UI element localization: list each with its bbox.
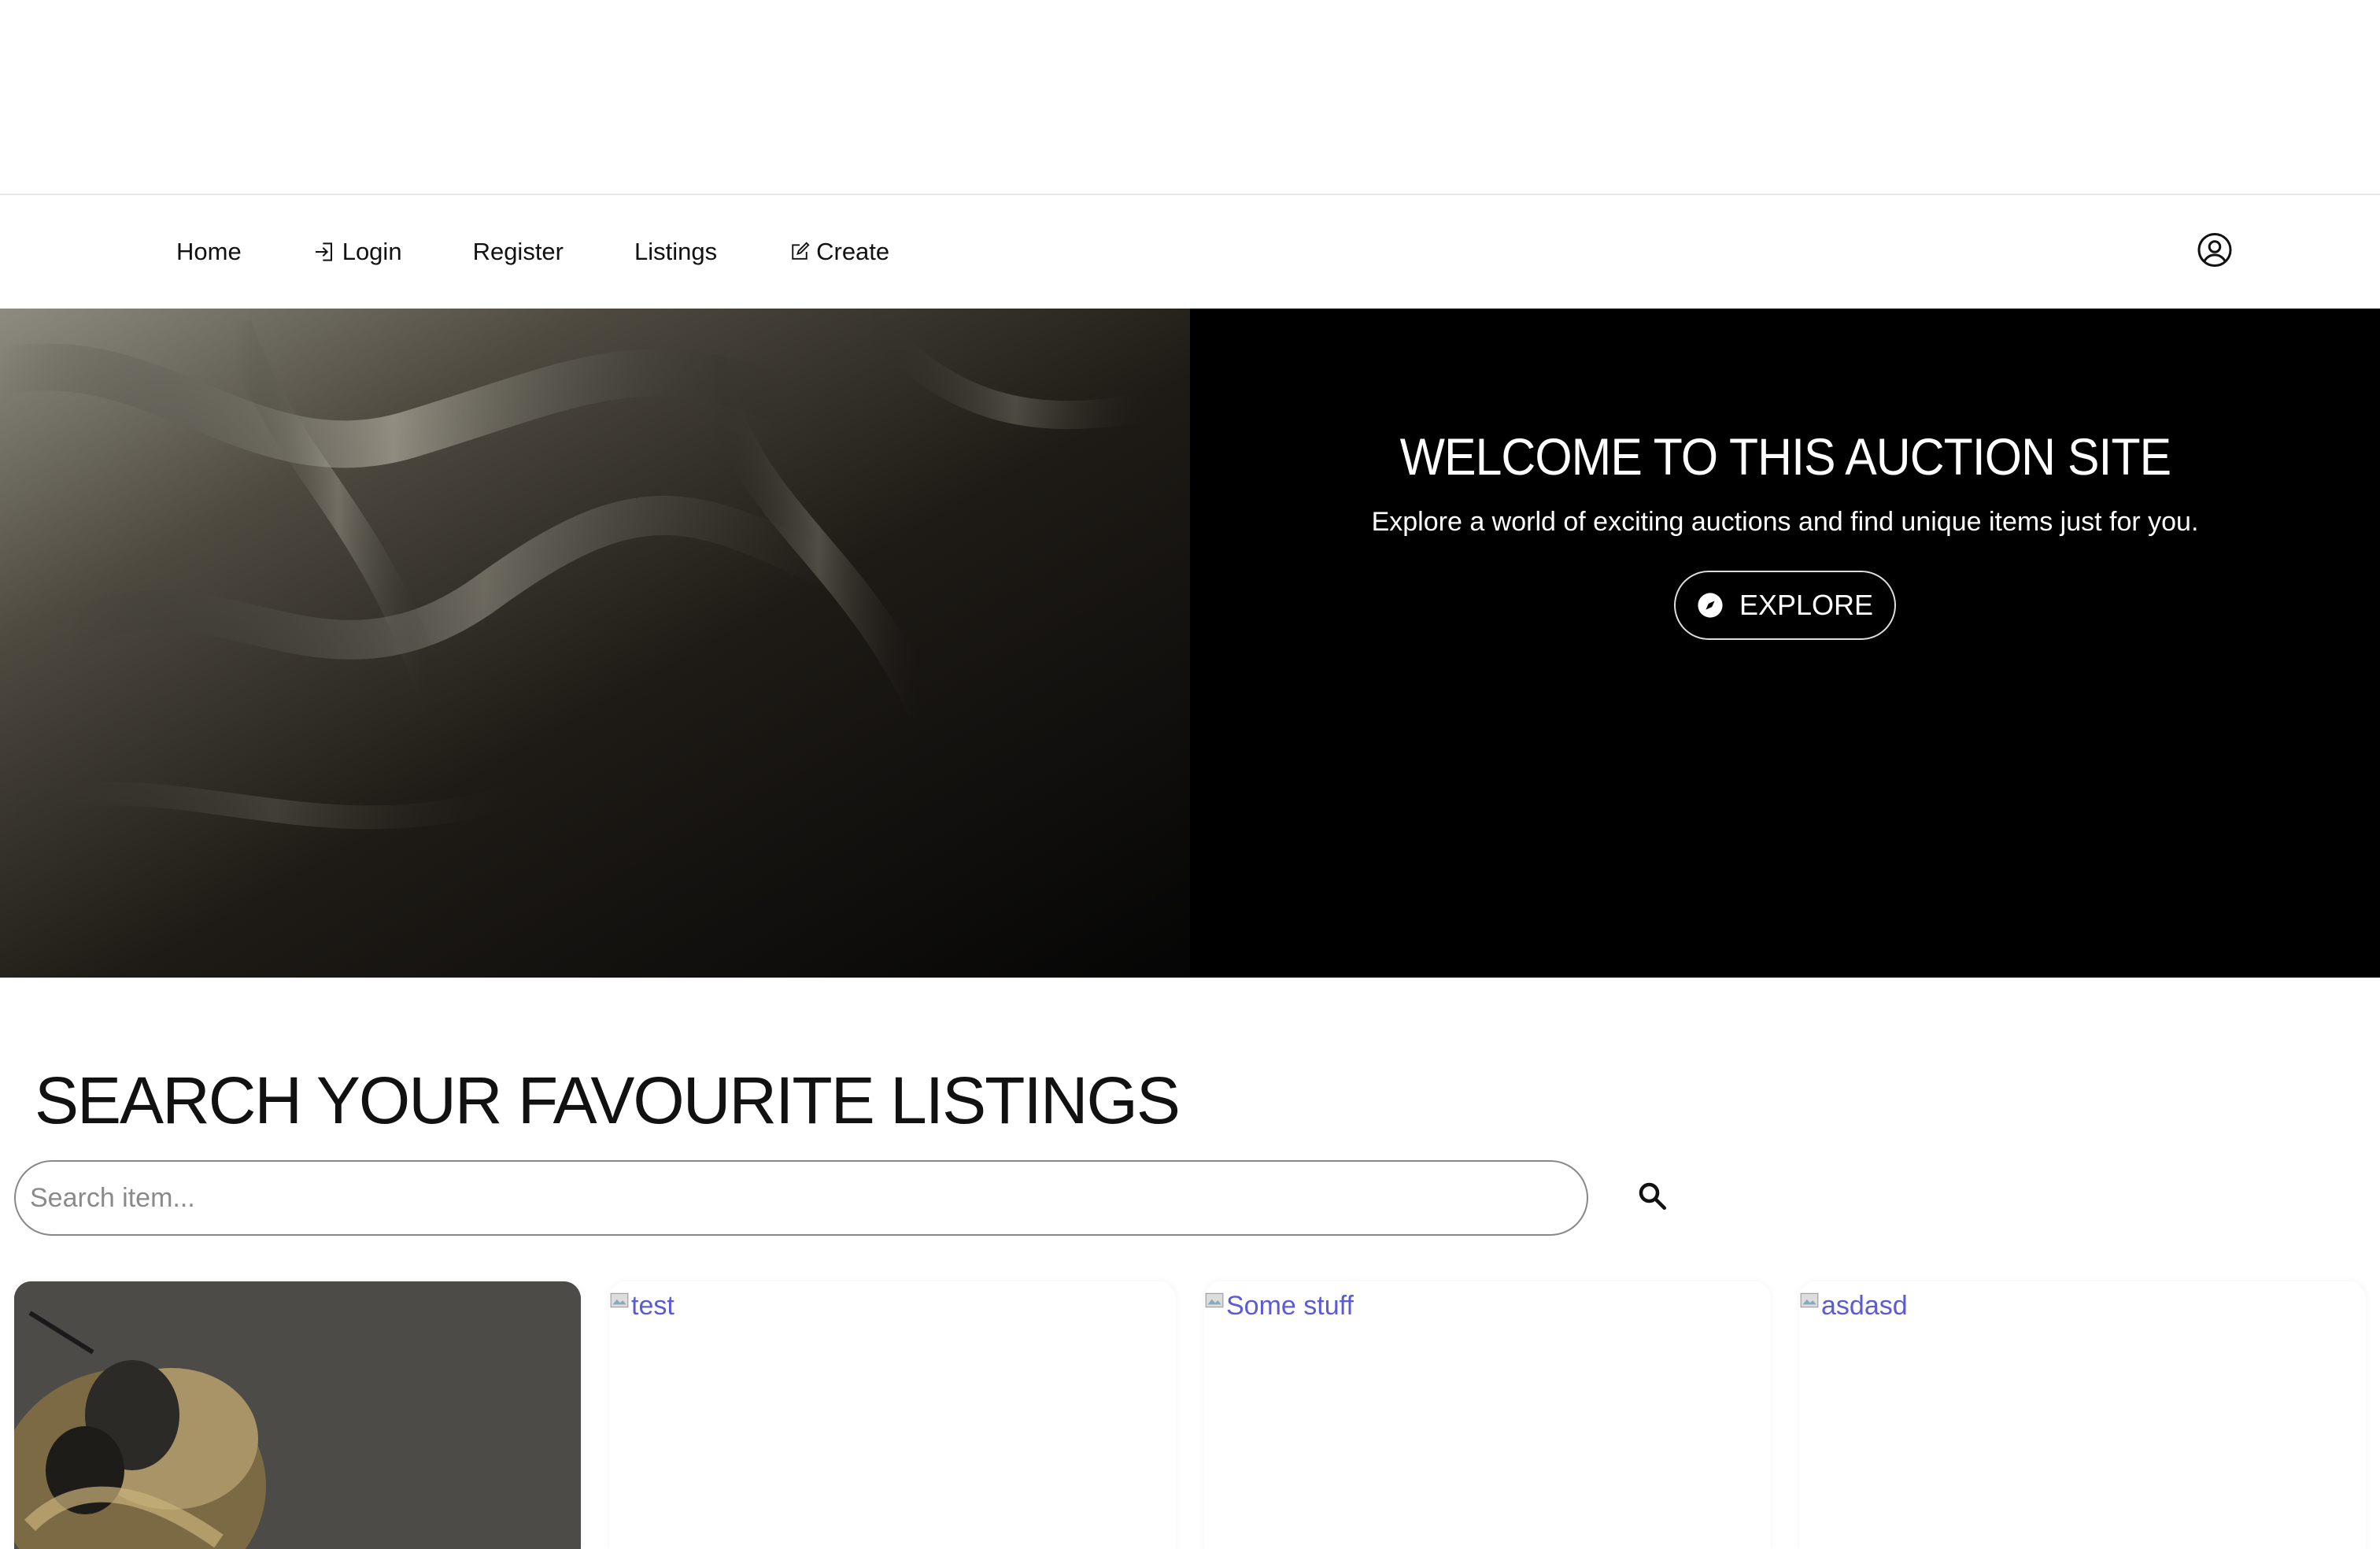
search-section: SEARCH YOUR FAVOURITE LISTINGS test [0,978,2380,1549]
top-banner-area [0,0,2380,195]
nav-register-link[interactable]: Register [473,238,564,266]
nav-register-label: Register [472,238,564,265]
broken-image: Some stuff [1204,1281,1771,1322]
broken-image-icon [1205,1292,1224,1307]
user-circle-icon [2197,233,2232,267]
broken-image: asdasd [1799,1281,2366,1322]
nav-login-link[interactable]: Login [312,238,402,266]
broken-image-icon [1800,1292,1819,1307]
nav-home-label: Home [176,238,242,265]
hero-title: WELCOME TO THIS AUCTION SITE [1399,427,2171,486]
edit-icon [792,242,810,260]
hero-text-panel: WELCOME TO THIS AUCTION SITE Explore a w… [1190,309,2380,978]
hero-satin-image [0,309,1190,978]
nav-create-link[interactable]: Create [788,238,889,266]
explore-button-label: EXPLORE [1739,589,1874,621]
profile-button[interactable] [2196,231,2234,273]
listing-card[interactable]: asdasd [1799,1281,2366,1549]
compass-icon [1698,593,1723,618]
search-button[interactable] [1635,1179,1669,1216]
listing-alt-text: asdasd [1821,1291,1908,1321]
nav-listings-label: Listings [634,238,718,265]
bee-photo [14,1281,581,1549]
login-icon [315,242,332,261]
search-title: SEARCH YOUR FAVOURITE LISTINGS [35,1063,1181,1137]
nav-home-link[interactable]: Home [176,238,242,266]
listing-alt-text: test [631,1291,674,1321]
navbar: Home Login Register Listings Create [0,195,2380,309]
hero-subtitle: Explore a world of exciting auctions and… [1371,507,2199,537]
broken-image-icon [610,1292,629,1307]
hero: WELCOME TO THIS AUCTION SITE Explore a w… [0,309,2380,978]
listing-card[interactable]: test [609,1281,1176,1549]
listing-card[interactable]: Some stuff [1204,1281,1771,1549]
nav-listings-link[interactable]: Listings [634,238,717,266]
listing-alt-text: Some stuff [1226,1291,1354,1321]
search-icon [1639,1182,1667,1211]
search-input[interactable] [14,1160,1588,1236]
explore-button[interactable]: EXPLORE [1674,571,1896,640]
listing-card[interactable] [14,1281,581,1549]
nav-links: Home Login Register Listings Create [176,238,960,266]
broken-image: test [609,1281,1176,1322]
nav-login-label: Login [342,238,402,265]
nav-create-label: Create [816,238,890,265]
listing-cards: test Some stuff asdasd [14,1281,2366,1549]
